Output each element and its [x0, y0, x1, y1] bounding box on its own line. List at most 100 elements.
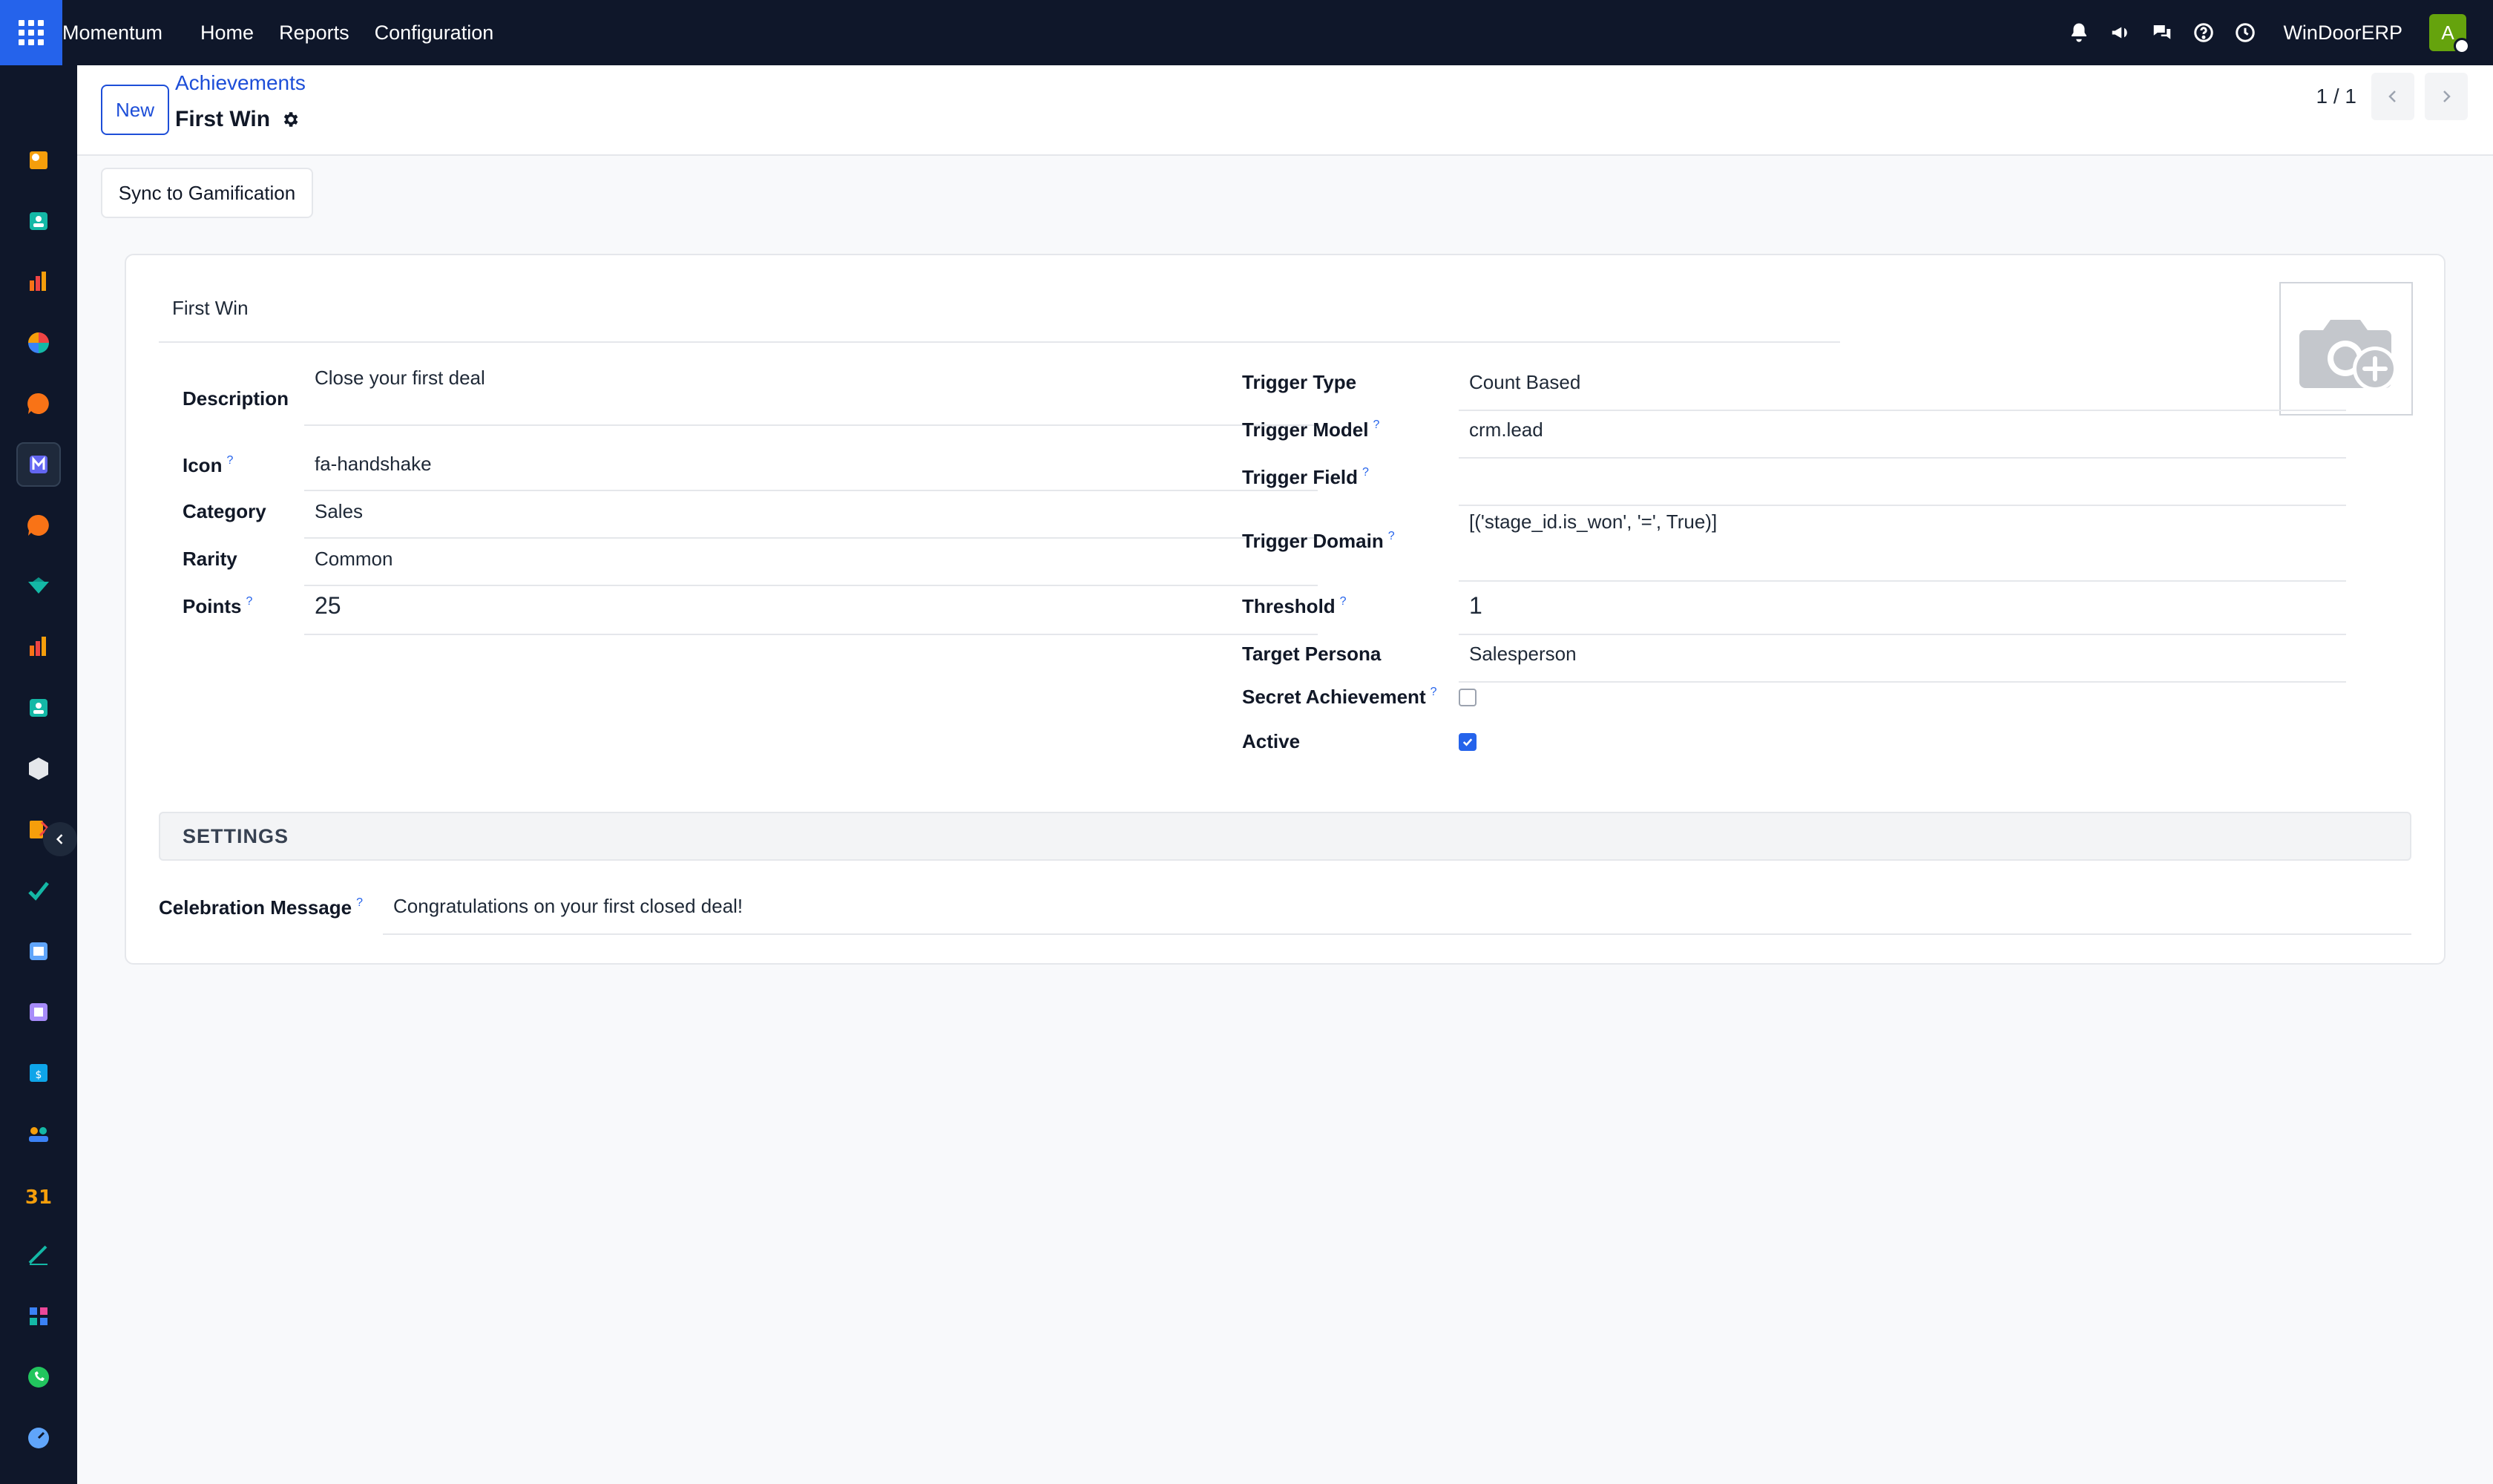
discuss-icon [27, 393, 49, 414]
secret-achievement-checkbox[interactable] [1459, 689, 1477, 706]
apps-store-icon [30, 1003, 47, 1021]
help-icon[interactable]: ? [1388, 530, 1395, 542]
threshold-label: Threshold? [1242, 595, 1347, 617]
company-switcher[interactable]: WinDoorERP [2283, 22, 2402, 45]
knowledge-app-icon[interactable] [16, 929, 61, 974]
team-app-icon[interactable] [16, 1112, 61, 1156]
category-field[interactable]: Sales [304, 493, 1318, 539]
description-field[interactable]: Close your first deal [304, 359, 1318, 426]
menu-reports[interactable]: Reports [266, 22, 362, 45]
timer-app-icon[interactable] [16, 1416, 61, 1460]
app-icon-1[interactable] [16, 138, 61, 183]
control-panel: New Achievements First Win 1 / 1 [77, 65, 2493, 156]
clock-icon[interactable] [2233, 20, 2258, 45]
help-icon[interactable]: ? [1340, 595, 1347, 608]
whatsapp-icon [28, 1367, 49, 1388]
contacts-app-icon[interactable] [16, 199, 61, 243]
breadcrumb-achievements[interactable]: Achievements [175, 71, 306, 95]
trigger-type-label: Trigger Type [1242, 371, 1357, 393]
sign-app-icon[interactable] [16, 1233, 61, 1278]
chat-icon [27, 514, 49, 536]
menu-configuration[interactable]: Configuration [362, 22, 507, 45]
help-icon[interactable]: ? [1431, 686, 1437, 698]
top-navbar: Momentum Home Reports Configuration WinD… [0, 0, 2493, 65]
apps-sidebar: $31 [0, 65, 77, 1484]
achievement-name-input[interactable]: First Win [159, 283, 1840, 343]
marketing-app-icon[interactable] [16, 1477, 61, 1484]
trigger-model-field[interactable]: crm.lead [1459, 411, 2346, 459]
pager-next-button[interactable] [2425, 73, 2468, 120]
icon-label: Icon? [183, 454, 234, 476]
svg-text:31: 31 [25, 1186, 52, 1208]
timer-icon [28, 1428, 49, 1448]
sign-icon [28, 1245, 47, 1265]
settings-section-header: SETTINGS [159, 812, 2411, 861]
apps-store-icon[interactable] [16, 990, 61, 1034]
presence-dot [2454, 38, 2470, 54]
points-label: Points? [183, 595, 253, 617]
trigger-domain-field[interactable]: [('stage_id.is_won', '=', True)] [1459, 508, 2346, 582]
trigger-type-select[interactable]: Count Based [1459, 364, 2346, 411]
sales-icon [28, 577, 49, 594]
whatsapp-app-icon[interactable] [16, 1355, 61, 1399]
employees-app-icon[interactable] [16, 686, 61, 730]
bell-icon[interactable] [2066, 20, 2092, 45]
active-checkbox[interactable] [1459, 733, 1477, 751]
new-button[interactable]: New [101, 85, 169, 135]
dashboard-app-icon[interactable] [16, 625, 61, 669]
pager-previous-button[interactable] [2371, 73, 2414, 120]
trigger-field-input[interactable] [1459, 459, 2346, 506]
points-field[interactable]: 25 [304, 588, 1318, 635]
app-brand[interactable]: Momentum [62, 22, 188, 45]
help-icon[interactable] [2191, 20, 2216, 45]
record-title: First Win [175, 107, 300, 132]
app-menu-button[interactable] [0, 0, 62, 65]
sidebar-collapse-button[interactable] [43, 822, 77, 856]
contacts-icon [30, 212, 47, 230]
dashboard-icon [30, 637, 46, 656]
gear-icon[interactable] [280, 110, 300, 129]
team-icon [29, 1127, 48, 1142]
celebration-message-label: Celebration Message? [159, 896, 363, 919]
menu-home[interactable]: Home [188, 22, 266, 45]
discuss-app-icon[interactable] [16, 381, 61, 426]
chat-icon[interactable] [2149, 20, 2175, 45]
pie-app-icon[interactable] [16, 321, 61, 365]
calendar-icon: 31 [25, 1186, 52, 1208]
sales-app-icon[interactable] [16, 564, 61, 608]
icon-field[interactable]: fa-handshake [304, 445, 1318, 491]
sync-to-gamification-button[interactable]: Sync to Gamification [101, 168, 313, 218]
active-label: Active [1242, 730, 1301, 752]
calendar-app-icon[interactable]: 31 [16, 1172, 61, 1217]
check-icon [1462, 738, 1473, 746]
invoicing-icon: $ [30, 1064, 47, 1082]
project-app-icon[interactable] [16, 868, 61, 913]
invoicing-app-icon[interactable]: $ [16, 1051, 61, 1095]
user-avatar[interactable]: A [2429, 14, 2470, 54]
chevron-left-icon [56, 834, 63, 844]
trigger-model-label: Trigger Model? [1242, 418, 1380, 441]
momentum-icon [30, 456, 47, 473]
momentum-app-icon[interactable] [16, 442, 61, 487]
inventory-app-icon[interactable] [16, 746, 61, 791]
avatar-letter: A [2441, 21, 2454, 44]
app-icon-1 [30, 151, 47, 169]
target-persona-select[interactable]: Salesperson [1459, 635, 2346, 683]
help-icon[interactable]: ? [356, 896, 363, 909]
secret-achievement-label: Secret Achievement? [1242, 686, 1437, 708]
website-app-icon[interactable] [16, 1294, 61, 1339]
help-icon[interactable]: ? [1373, 418, 1379, 431]
description-label: Description [183, 387, 289, 410]
reports-app-icon[interactable] [16, 260, 61, 304]
pager-value[interactable]: 1 / 1 [2316, 85, 2356, 108]
employees-icon [30, 699, 47, 717]
help-icon[interactable]: ? [226, 454, 233, 467]
help-icon[interactable]: ? [1362, 466, 1369, 479]
chat-app-icon[interactable] [16, 503, 61, 548]
help-icon[interactable]: ? [246, 595, 252, 608]
megaphone-icon[interactable] [2108, 20, 2133, 45]
celebration-message-field[interactable]: Congratulations on your first closed dea… [383, 887, 2411, 935]
rarity-field[interactable]: Common [304, 540, 1318, 586]
threshold-field[interactable]: 1 [1459, 588, 2346, 635]
website-icon [30, 1307, 47, 1325]
